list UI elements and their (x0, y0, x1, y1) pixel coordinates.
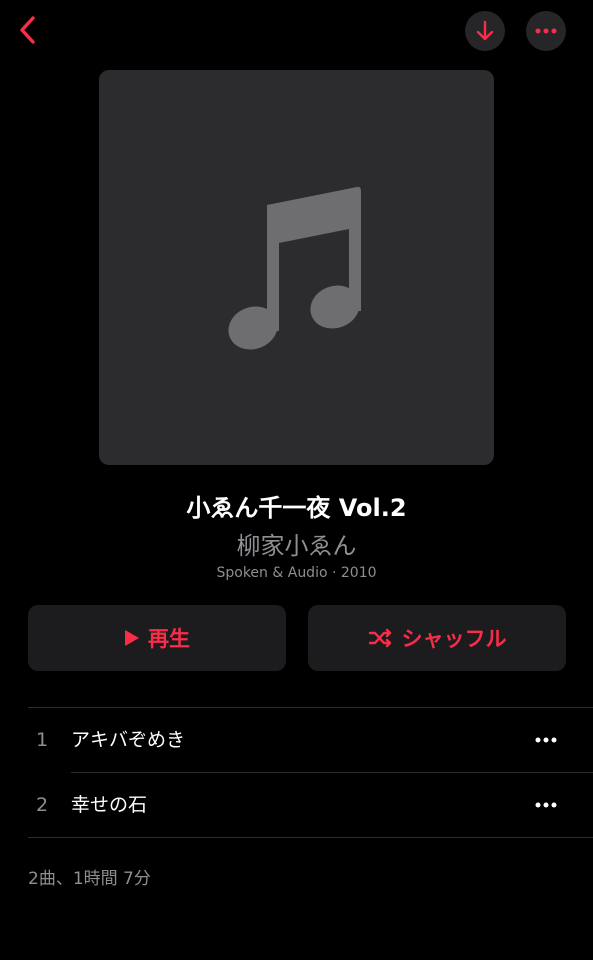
track-number: 1 (35, 729, 49, 751)
ellipsis-icon (535, 802, 557, 808)
album-summary: 2曲、1時間 7分 (28, 869, 151, 889)
album-artwork (99, 70, 494, 465)
play-icon (124, 629, 140, 647)
music-note-icon (227, 186, 361, 350)
ellipsis-icon (535, 28, 557, 34)
shuffle-icon (368, 628, 394, 648)
play-button-label: 再生 (148, 627, 190, 651)
divider (28, 837, 593, 838)
track-title: アキバぞめき (71, 729, 186, 751)
track-title: 幸せの石 (71, 794, 148, 816)
shuffle-button-label: シャッフル (401, 627, 507, 651)
album-artist[interactable]: 柳家小ゑん (0, 526, 593, 561)
track-list: 1 アキバぞめき 2 幸せの石 (28, 707, 593, 838)
back-button[interactable] (12, 12, 44, 48)
album-title: 小ゑん千一夜 Vol.2 (186, 494, 407, 522)
album-meta: Spoken & Audio · 2010 (216, 565, 377, 581)
track-number: 2 (35, 794, 49, 816)
play-button[interactable]: 再生 (28, 605, 286, 671)
track-more-button[interactable] (530, 793, 562, 817)
shuffle-button[interactable]: シャッフル (308, 605, 566, 671)
track-more-button[interactable] (530, 728, 562, 752)
track-row[interactable]: 1 アキバぞめき (28, 708, 593, 773)
ellipsis-icon (535, 737, 557, 743)
track-row[interactable]: 2 幸せの石 (28, 773, 593, 838)
download-button[interactable] (465, 11, 505, 51)
arrow-down-icon (476, 20, 494, 41)
more-options-button[interactable] (526, 11, 566, 51)
navigation-bar (0, 0, 593, 64)
chevron-left-icon (20, 16, 35, 44)
